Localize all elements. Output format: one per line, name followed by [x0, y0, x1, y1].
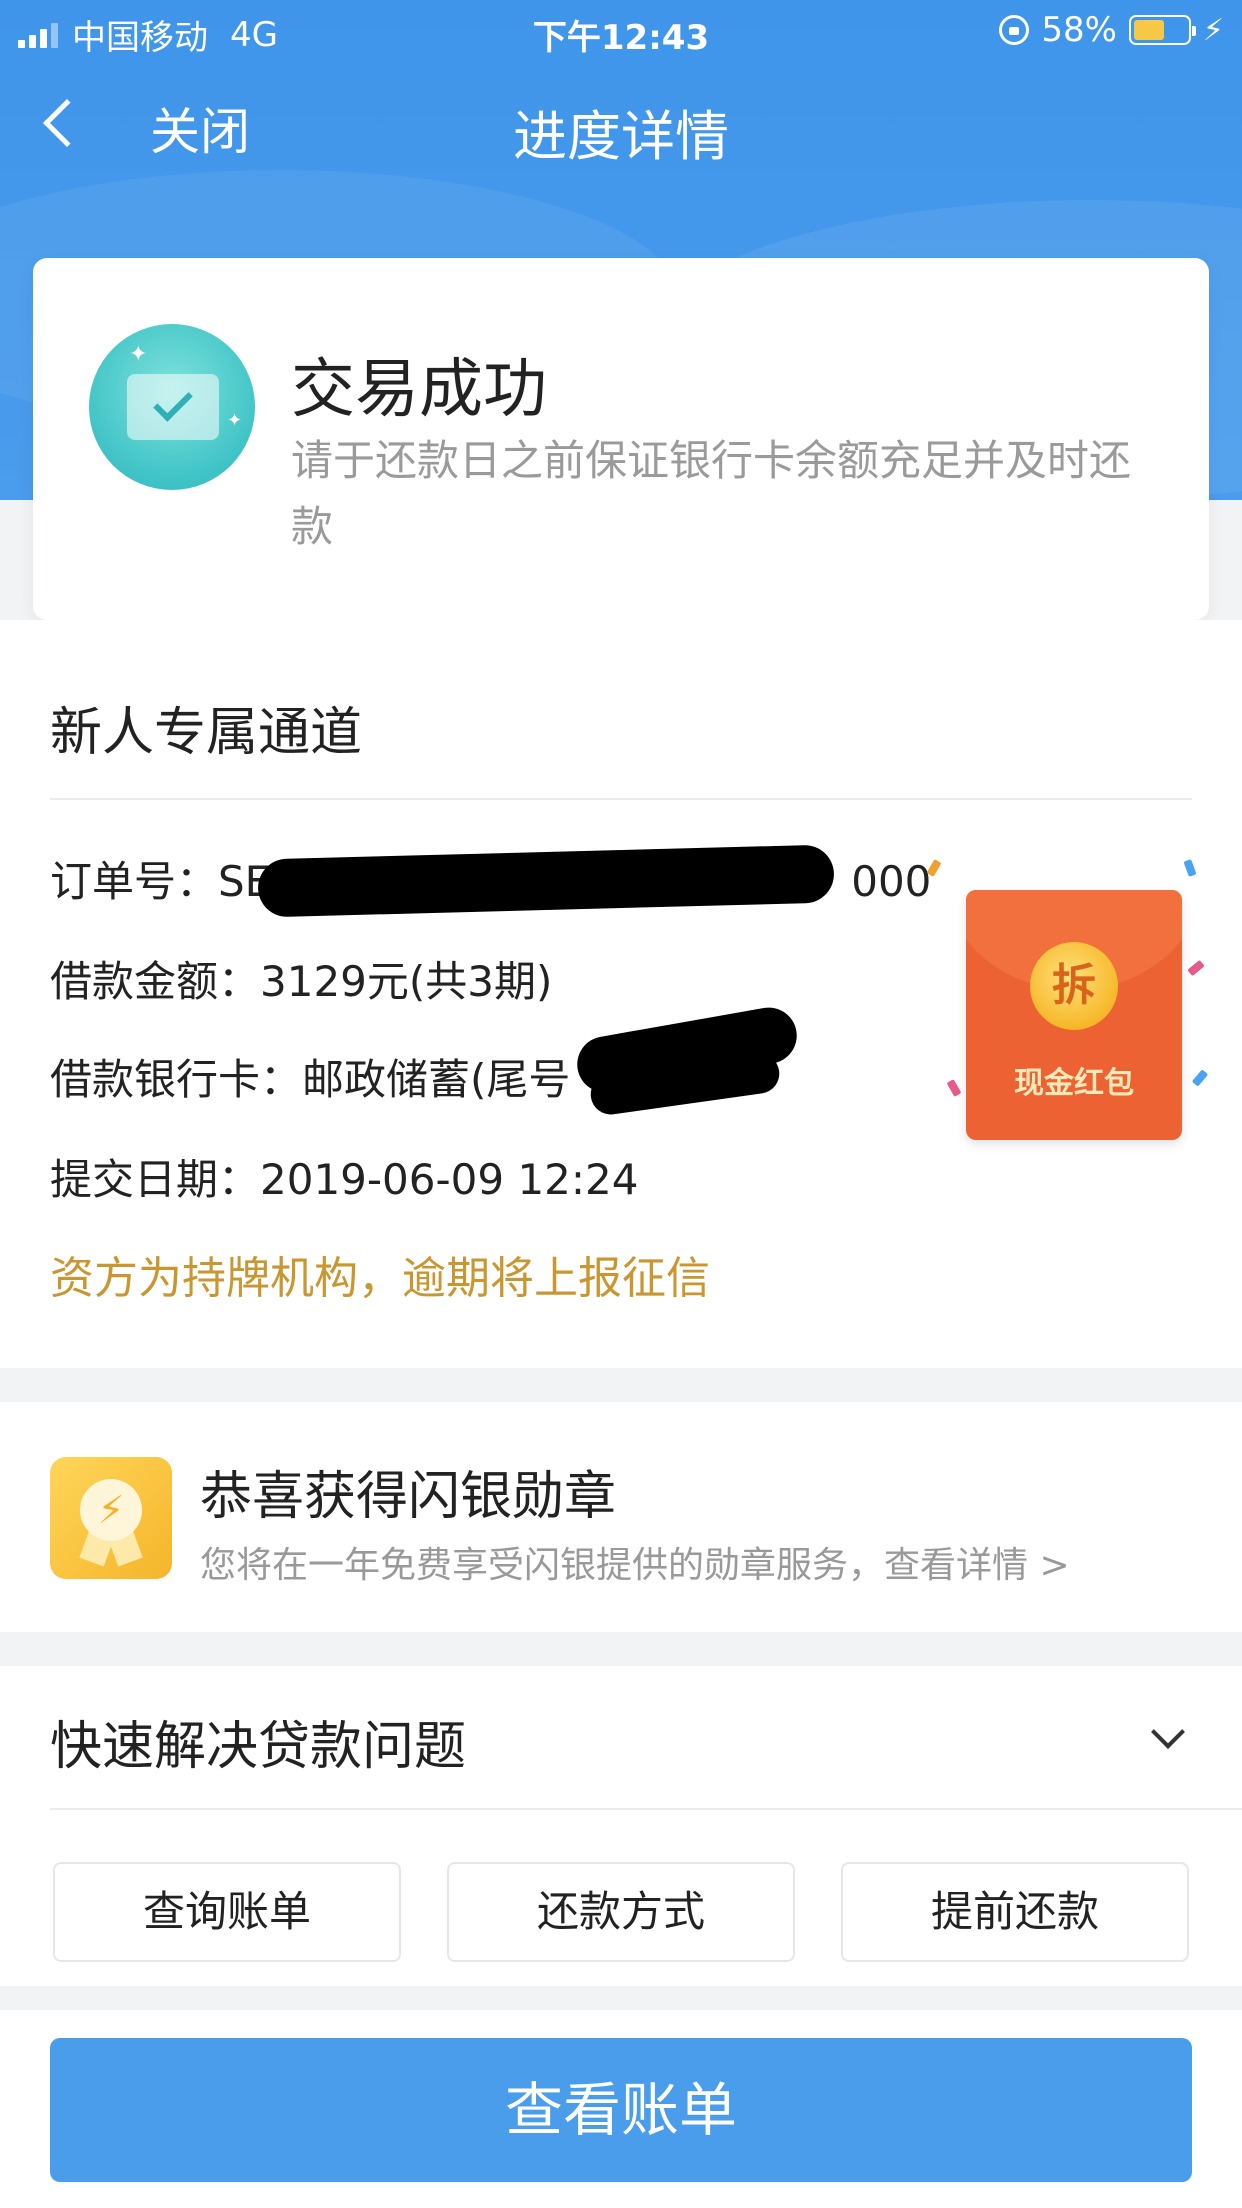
channel-title: 新人专属通道	[50, 703, 363, 763]
loan-amount-label: 借款金额：	[50, 957, 261, 1006]
red-packet-label: 现金红包	[1014, 1066, 1134, 1101]
confetti-decoration	[946, 1079, 962, 1097]
confetti-decoration	[1187, 959, 1205, 977]
status-bar-right: 58% ⚡	[999, 10, 1224, 50]
loan-amount-value: 3129元(共3期)	[260, 957, 553, 1006]
confetti-decoration	[1191, 1069, 1209, 1087]
bank-card-row: 借款银行卡：邮政储蓄(尾号	[50, 1046, 570, 1107]
submit-date-value: 2019-06-09 12:24	[260, 1155, 639, 1204]
charging-icon: ⚡	[1202, 12, 1224, 48]
loan-faq-section: 快速解决贷款问题 查询账单 还款方式 提前还款	[0, 1666, 1242, 1986]
status-title: 交易成功	[291, 353, 547, 427]
medal-description-link[interactable]: 您将在一年免费享受闪银提供的勋章服务，查看详情 >	[200, 1536, 1070, 1588]
medal-title: 恭喜获得闪银勋章	[200, 1467, 617, 1527]
confetti-decoration	[1183, 859, 1197, 877]
cash-red-packet[interactable]: 拆 现金红包	[966, 890, 1182, 1140]
status-description: 请于还款日之前保证银行卡余额充足并及时还款	[291, 436, 1132, 551]
silver-medal-icon: ⚡	[50, 1457, 172, 1579]
battery-percent: 58%	[1041, 10, 1117, 50]
faq-title[interactable]: 快速解决贷款问题	[50, 1704, 466, 1779]
divider	[50, 798, 1192, 800]
chevron-down-icon[interactable]	[1151, 1715, 1185, 1749]
battery-icon	[1128, 15, 1196, 45]
repayment-method-button[interactable]: 还款方式	[447, 1862, 795, 1962]
success-envelope-icon: ✦ ✦	[89, 324, 255, 490]
bank-card-label: 借款银行卡：	[50, 1055, 303, 1104]
page-title: 进度详情	[513, 105, 729, 168]
transaction-status-card: ✦ ✦ 交易成功 请于还款日之前保证银行卡余额充足并及时还款	[33, 258, 1209, 620]
query-bill-button[interactable]: 查询账单	[53, 1862, 401, 1962]
bottom-action-bar: 查看账单	[0, 2010, 1242, 2208]
divider	[50, 1808, 1242, 1810]
order-info-section: 新人专属通道 订单号：SE 000 借款金额：3129元(共3期) 借款银行卡：邮…	[0, 620, 1242, 1368]
early-repayment-button[interactable]: 提前还款	[841, 1862, 1189, 1962]
open-coin-icon: 拆	[1030, 942, 1118, 1030]
credit-warning-text: 资方为持牌机构，逾期将上报征信	[50, 1253, 710, 1304]
order-number-label: 订单号：	[50, 857, 219, 906]
navigation-bar: 关闭 进度详情	[0, 70, 1242, 180]
submit-date-label: 提交日期：	[50, 1155, 261, 1204]
order-number-suffix: 000	[851, 857, 932, 906]
medal-banner[interactable]: ⚡ 恭喜获得闪银勋章 您将在一年免费享受闪银提供的勋章服务，查看详情 >	[0, 1402, 1242, 1632]
loan-amount-row: 借款金额：3129元(共3期)	[50, 948, 552, 1009]
status-bar: 中国移动 4G 下午12:43 58% ⚡	[0, 0, 1242, 62]
view-bill-button[interactable]: 查看账单	[50, 2038, 1192, 2182]
submit-date-row: 提交日期：2019-06-09 12:24	[50, 1146, 639, 1207]
bank-card-value: 邮政储蓄(尾号	[302, 1055, 571, 1104]
rotation-lock-icon	[999, 15, 1030, 45]
